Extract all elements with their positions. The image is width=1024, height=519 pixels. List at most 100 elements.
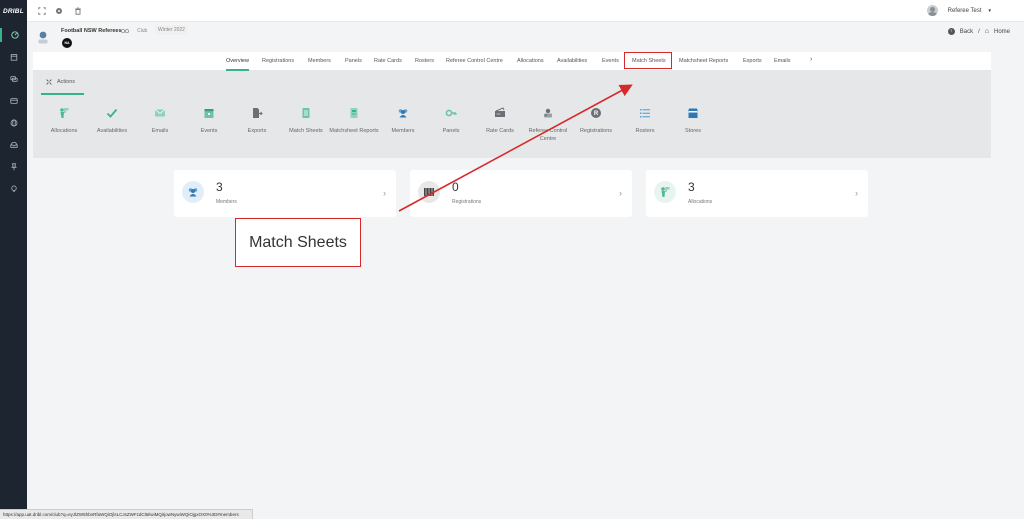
chat-icon — [9, 76, 18, 82]
action-label: Members — [391, 128, 415, 134]
members-icon — [182, 181, 204, 203]
tab-overview[interactable]: Overview — [226, 58, 249, 71]
match-sheets-tab-highlight — [624, 52, 672, 69]
org-name[interactable]: Football NSW Referees — [61, 28, 122, 34]
control-centre-icon — [544, 108, 552, 118]
action-allocations[interactable]: Allocations — [39, 107, 89, 135]
allocations-card[interactable]: 3 Allocations › — [646, 170, 868, 217]
sidebar-item-chat[interactable] — [0, 72, 27, 86]
pin-icon — [10, 163, 17, 171]
actions-title: Actions — [57, 79, 76, 85]
action-availabilities[interactable]: Availabilities — [87, 107, 137, 135]
check-icon — [106, 108, 118, 118]
tab-availabilities[interactable]: Availabilities — [557, 58, 587, 64]
members-count: 3 — [216, 180, 223, 194]
action-panels[interactable]: Panels — [426, 107, 476, 135]
registrations-icon — [418, 181, 440, 203]
top-bar: Referee Test ▼ — [27, 0, 1024, 22]
sidebar-item-ledger[interactable] — [0, 94, 27, 108]
glasses-icon — [121, 29, 129, 34]
match-sheet-icon — [302, 108, 310, 118]
home-icon: ⌂ — [984, 28, 989, 35]
sidebar-item-globe[interactable] — [0, 116, 27, 130]
action-match-sheets[interactable]: Match Sheets — [281, 107, 331, 135]
referee-flag-icon — [654, 181, 676, 203]
action-exports[interactable]: Exports — [232, 107, 282, 135]
trash-icon[interactable] — [74, 7, 82, 15]
tab-registrations[interactable]: Registrations — [262, 58, 294, 64]
ledger-icon — [9, 98, 18, 104]
chevron-right-icon[interactable]: › — [383, 188, 386, 198]
tab-allocations[interactable]: Allocations — [517, 58, 544, 64]
store-icon — [688, 108, 698, 118]
chevron-right-icon[interactable]: › — [619, 188, 622, 198]
envelope-icon — [154, 109, 166, 117]
avatar — [926, 5, 938, 16]
action-label: Emails — [151, 128, 169, 134]
report-icon — [350, 108, 358, 118]
action-referee-control-centre[interactable]: Referee Control Centre — [523, 107, 573, 143]
tab-emails[interactable]: Emails — [774, 58, 791, 64]
action-label: Rosters — [635, 128, 655, 134]
sidebar-item-pin[interactable] — [0, 160, 27, 174]
palette-icon[interactable] — [55, 7, 63, 15]
allocations-label: Allocations — [688, 199, 713, 205]
home-link[interactable]: Home — [994, 29, 1010, 35]
tab-referee-control-centre[interactable]: Referee Control Centre — [446, 58, 503, 64]
breadcrumb: ‹ Back / ⌂ Home — [947, 28, 1010, 35]
members-icon — [398, 109, 408, 118]
action-rosters[interactable]: Rosters — [620, 107, 670, 135]
action-matchsheet-reports[interactable]: Matchsheet Reports — [329, 107, 379, 135]
caret-down-icon: ▼ — [987, 8, 992, 13]
tab-panels[interactable]: Panels — [345, 58, 362, 64]
match-sheets-callout: Match Sheets — [235, 218, 361, 267]
actions-underline — [41, 93, 84, 95]
action-rate-cards[interactable]: Rate Cards — [475, 107, 525, 135]
expand-icon[interactable] — [38, 7, 46, 15]
user-menu[interactable]: Referee Test ▼ — [926, 5, 992, 16]
dashboard-icon — [10, 31, 19, 39]
registrations-count: 0 — [452, 180, 459, 194]
action-label: Matchsheet Reports — [329, 128, 379, 134]
referee-flag-icon — [60, 108, 69, 118]
action-stores[interactable]: Stores — [668, 107, 718, 135]
tab-rate-cards[interactable]: Rate Cards — [374, 58, 402, 64]
action-label: Match Sheets — [289, 128, 323, 134]
action-label: Registrations — [579, 128, 613, 134]
tab-events[interactable]: Events — [602, 58, 619, 64]
collapse-icon — [46, 79, 52, 85]
season-badge: Winter 2022 — [155, 25, 188, 35]
calendar-icon — [10, 54, 17, 61]
action-registrations[interactable]: R Registrations — [571, 107, 621, 135]
action-label: Panels — [442, 128, 460, 134]
actions-header[interactable]: Actions — [46, 79, 75, 85]
sidebar-item-inbox[interactable] — [0, 138, 27, 152]
actions-panel: Actions Allocations Availabilities Email… — [33, 71, 991, 158]
action-members[interactable]: Members — [378, 107, 428, 135]
action-events[interactable]: Events — [184, 107, 234, 135]
registration-r-icon: R — [591, 108, 601, 118]
tab-members[interactable]: Members — [308, 58, 331, 64]
sidebar-item-calendar[interactable] — [0, 50, 27, 64]
registrations-label: Registrations — [452, 199, 482, 205]
members-card[interactable]: 3 Members › — [174, 170, 396, 217]
action-emails[interactable]: Emails — [135, 107, 185, 135]
tab-matchsheet-reports[interactable]: Matchsheet Reports — [679, 58, 728, 64]
tabs-scroll-right-icon[interactable]: › — [810, 56, 812, 63]
sidebar-item-dashboard[interactable] — [0, 28, 27, 42]
action-label: Exports — [247, 128, 267, 134]
sidebar-item-bulb[interactable] — [0, 182, 27, 196]
org-avatar-icon — [38, 31, 48, 44]
tab-rosters[interactable]: Rosters — [415, 58, 434, 64]
bulb-icon — [10, 185, 17, 192]
action-label: Allocations — [50, 128, 78, 134]
back-link[interactable]: Back — [960, 29, 973, 35]
list-icon — [640, 109, 650, 118]
tab-bar: Overview Registrations Members Panels Ra… — [33, 52, 991, 71]
app-logo: DRIBL — [3, 8, 24, 15]
key-icon — [445, 109, 457, 117]
tab-exports[interactable]: Exports — [743, 58, 762, 64]
chevron-right-icon[interactable]: › — [855, 188, 858, 198]
action-label: Stores — [685, 128, 701, 134]
registrations-card[interactable]: 0 Registrations › — [410, 170, 632, 217]
